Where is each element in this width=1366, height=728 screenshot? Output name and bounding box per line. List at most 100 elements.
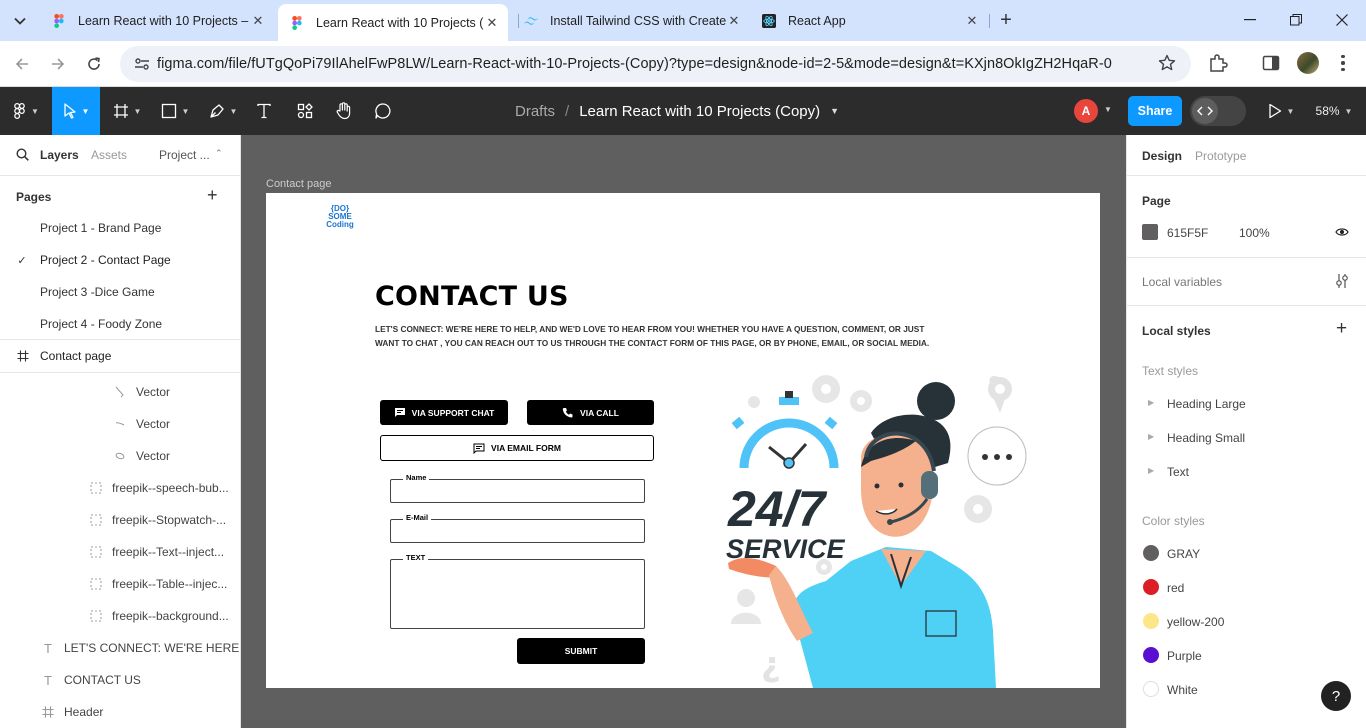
browser-tab-2[interactable]: Learn React with 10 Projects (Co ✕ [278, 4, 508, 41]
forward-button[interactable] [45, 51, 71, 77]
email-field[interactable]: E-Mail [390, 513, 645, 543]
tab-design[interactable]: Design [1142, 149, 1182, 163]
page-item[interactable]: Project 4 - Foody Zone [0, 308, 240, 340]
page-opacity-value[interactable]: 100% [1239, 226, 1270, 240]
page-color-swatch[interactable] [1142, 224, 1158, 240]
page-item-current[interactable]: ✓ Project 2 - Contact Page [0, 244, 240, 276]
add-page-icon[interactable]: + [207, 185, 218, 206]
caret-right-icon[interactable]: ▶ [1148, 432, 1154, 441]
layer-text[interactable]: T LET'S CONNECT: WE'RE HERE... [0, 632, 240, 664]
frame-title[interactable]: Contact page [266, 178, 331, 190]
browser-menu-icon[interactable] [1335, 53, 1351, 73]
submit-button[interactable]: SUBMIT [517, 638, 645, 664]
chevron-down-icon[interactable]: ▼ [1104, 105, 1112, 114]
color-style-item[interactable]: red [1167, 581, 1184, 595]
eye-icon[interactable] [1335, 226, 1349, 241]
help-button[interactable]: ? [1321, 681, 1351, 711]
local-variables[interactable]: Local variables [1142, 275, 1222, 289]
file-name[interactable]: Learn React with 10 Projects (Copy) [579, 103, 820, 120]
restore-button[interactable] [1280, 8, 1312, 32]
project-dropdown[interactable]: Project ... [159, 148, 210, 162]
caret-right-icon[interactable]: ▶ [1148, 398, 1154, 407]
layer-frame[interactable]: Header [0, 696, 240, 728]
text-style-item[interactable]: Heading Small [1167, 431, 1245, 445]
resources-tool[interactable] [293, 87, 317, 135]
color-style-item[interactable]: yellow-200 [1167, 615, 1224, 629]
color-style-item[interactable]: GRAY [1167, 547, 1200, 561]
color-swatch-purple[interactable] [1143, 647, 1159, 663]
tab-layers[interactable]: Layers [40, 148, 79, 162]
user-avatar[interactable]: A [1074, 99, 1098, 123]
site-info-icon[interactable] [134, 57, 150, 74]
move-tool[interactable]: ▼ [52, 87, 100, 135]
tab-assets[interactable]: Assets [91, 148, 127, 162]
color-style-item[interactable]: Purple [1167, 649, 1202, 663]
window-close-button[interactable] [1326, 8, 1358, 32]
color-swatch-red[interactable] [1143, 579, 1159, 595]
back-button[interactable] [9, 51, 35, 77]
reload-button[interactable] [81, 51, 107, 77]
zoom-menu[interactable]: 58% ▼ [1310, 87, 1358, 135]
text-style-item[interactable]: Text [1167, 465, 1189, 479]
minimize-button[interactable] [1234, 8, 1266, 32]
support-chat-button[interactable]: VIA SUPPORT CHAT [380, 400, 508, 425]
frame-tool[interactable]: ▼ [108, 87, 146, 135]
browser-tab-1[interactable]: Learn React with 10 Projects – F ✕ [40, 6, 274, 35]
shape-tool[interactable]: ▼ [156, 87, 194, 135]
color-style-item[interactable]: White [1167, 683, 1198, 697]
color-swatch-yellow-200[interactable] [1143, 613, 1159, 629]
layer-text[interactable]: T CONTACT US [0, 664, 240, 696]
new-tab-button[interactable]: + [994, 8, 1018, 32]
close-icon[interactable]: ✕ [964, 13, 980, 29]
close-icon[interactable]: ✕ [726, 13, 742, 29]
dev-mode-toggle[interactable] [1190, 96, 1246, 126]
side-panel-icon[interactable] [1262, 54, 1280, 75]
layer-group[interactable]: freepik--Stopwatch-... [0, 504, 240, 536]
chevron-up-icon[interactable]: ⌃ [215, 148, 223, 159]
layer-group[interactable]: freepik--Table--injec... [0, 568, 240, 600]
close-icon[interactable]: ✕ [484, 15, 500, 31]
layer-frame-contact-page[interactable]: Contact page [0, 340, 240, 372]
browser-tab-3[interactable]: Install Tailwind CSS with Create ✕ [512, 6, 750, 35]
comment-tool[interactable] [371, 87, 395, 135]
hand-tool[interactable] [332, 87, 356, 135]
main-menu-button[interactable]: ▼ [6, 87, 46, 135]
tab-search-button[interactable] [8, 10, 32, 32]
call-button[interactable]: VIA CALL [527, 400, 654, 425]
extensions-icon[interactable] [1208, 53, 1228, 76]
color-swatch-gray[interactable] [1143, 545, 1159, 561]
variables-icon[interactable] [1335, 273, 1349, 292]
layer-group[interactable]: freepik--Text--inject... [0, 536, 240, 568]
share-button[interactable]: Share [1128, 96, 1182, 126]
name-field[interactable]: Name [390, 473, 645, 503]
page-item[interactable]: Project 3 -Dice Game [0, 276, 240, 308]
color-swatch-white[interactable] [1143, 681, 1159, 697]
page-color-value[interactable]: 615F5F [1167, 226, 1208, 240]
search-icon[interactable] [16, 148, 29, 164]
url-text[interactable]: figma.com/file/fUTgQoPi79IlAhelFwP8LW/Le… [157, 56, 1112, 72]
text-style-item[interactable]: Heading Large [1167, 397, 1246, 411]
bookmark-star-icon[interactable] [1158, 54, 1176, 75]
contact-page-frame[interactable]: {DO} SOME Coding CONTACT US LET'S CONNEC… [266, 193, 1100, 688]
pen-tool[interactable]: ▼ [204, 87, 242, 135]
caret-right-icon[interactable]: ▶ [1148, 466, 1154, 475]
breadcrumb-drafts[interactable]: Drafts [515, 103, 555, 120]
layer-group[interactable]: freepik--speech-bub... [0, 472, 240, 504]
layer-group[interactable]: freepik--background... [0, 600, 240, 632]
present-button[interactable]: ▼ [1262, 87, 1300, 135]
layer-vector[interactable]: Vector [0, 408, 240, 440]
design-canvas[interactable]: Contact page {DO} SOME Coding CONTACT US… [241, 135, 1126, 728]
email-form-button[interactable]: VIA EMAIL FORM [380, 435, 654, 461]
omnibox[interactable]: figma.com/file/fUTgQoPi79IlAhelFwP8LW/Le… [120, 46, 1191, 82]
tab-prototype[interactable]: Prototype [1195, 149, 1246, 163]
text-area[interactable]: TEXT [390, 553, 645, 629]
text-tool[interactable] [252, 87, 276, 135]
chevron-down-icon[interactable]: ▼ [830, 106, 839, 116]
profile-avatar[interactable] [1297, 52, 1319, 74]
close-icon[interactable]: ✕ [250, 13, 266, 29]
layer-vector[interactable]: Vector [0, 376, 240, 408]
layer-vector[interactable]: Vector [0, 440, 240, 472]
add-style-icon[interactable]: + [1336, 318, 1347, 340]
browser-tab-4[interactable]: React App ✕ [750, 6, 988, 35]
page-item[interactable]: Project 1 - Brand Page [0, 212, 240, 244]
